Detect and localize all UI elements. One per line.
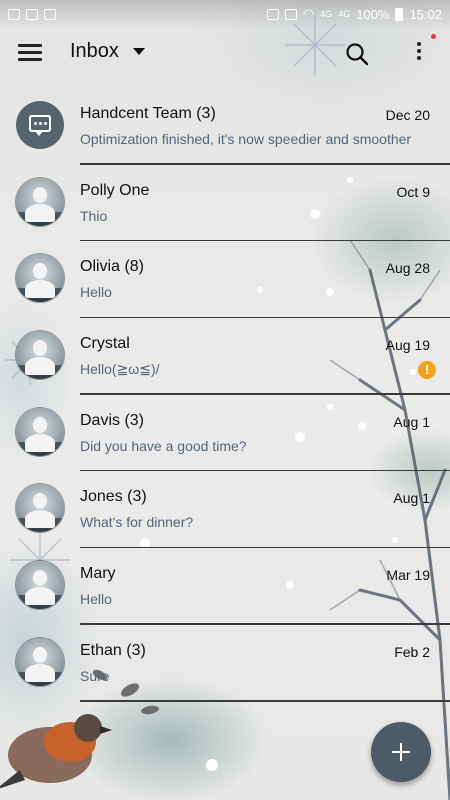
contact-name: Ethan (3) <box>80 641 146 659</box>
conversation-row[interactable]: Ethan (3) Feb 2 Sure <box>0 625 450 702</box>
conversation-list: Handcent Team (3) Dec 20 Optimization fi… <box>0 88 450 702</box>
conversation-row[interactable]: Mary Mar 19 Hello <box>0 548 450 625</box>
avatar[interactable] <box>16 177 64 226</box>
conversation-row[interactable]: Polly One Oct 9 Thio <box>0 165 450 242</box>
avatar[interactable] <box>16 484 64 533</box>
message-preview: Hello <box>80 591 112 608</box>
nfc-icon <box>284 8 297 20</box>
avatar[interactable] <box>16 561 64 610</box>
message-preview: Thio <box>80 207 108 224</box>
message-date: Dec 20 <box>385 107 430 123</box>
conversation-row[interactable]: Davis (3) Aug 1 Did you have a good time… <box>0 395 450 472</box>
message-preview: Sure <box>80 667 110 684</box>
message-preview: Hello(≧ω≦)/ <box>80 361 160 378</box>
dropdown-caret-icon <box>132 48 145 55</box>
battery-icon <box>395 7 404 21</box>
overflow-menu-icon[interactable] <box>410 42 428 66</box>
avatar[interactable] <box>16 637 64 686</box>
message-date: Oct 9 <box>396 183 430 200</box>
warning-icon: ! <box>418 361 436 380</box>
status-bar: ◠ 4G 4G 100% 15:02 <box>0 0 450 28</box>
page-title: Inbox <box>70 40 119 62</box>
clock: 15:02 <box>409 6 442 22</box>
chat-bubble-icon <box>29 115 51 136</box>
menu-icon[interactable] <box>18 44 42 64</box>
message-preview: What's for dinner? <box>80 514 194 531</box>
notification-dot <box>431 34 436 39</box>
contact-name: Crystal <box>80 335 130 353</box>
contact-name: Olivia (8) <box>80 258 145 276</box>
message-date: Aug 19 <box>385 337 430 354</box>
contact-name: Polly One <box>80 181 150 199</box>
message-date: Feb 2 <box>394 643 430 660</box>
contact-name: Jones (3) <box>80 488 147 506</box>
sim-icon <box>266 8 279 20</box>
conversation-row[interactable]: Olivia (8) Aug 28 Hello <box>0 241 450 319</box>
divider <box>80 700 450 702</box>
search-icon[interactable] <box>345 42 369 66</box>
avatar[interactable] <box>16 254 64 303</box>
network-label-2: 4G <box>338 9 351 19</box>
message-date: Mar 19 <box>386 567 430 584</box>
wifi-icon: ◠ <box>302 6 315 21</box>
sync-icon <box>44 8 56 20</box>
battery-percent: 100% <box>356 6 390 22</box>
message-date: Aug 1 <box>393 490 430 507</box>
contact-name: Handcent Team (3) <box>80 105 216 122</box>
bag-icon <box>26 8 38 20</box>
compose-button[interactable] <box>371 722 431 782</box>
conversation-row[interactable]: Crystal Aug 19 Hello(≧ω≦)/! <box>0 318 450 395</box>
message-date: Aug 1 <box>393 413 430 430</box>
message-preview: Did you have a good time? <box>80 437 247 454</box>
contact-name: Davis (3) <box>80 411 145 429</box>
conversation-row[interactable]: Handcent Team (3) Dec 20 Optimization fi… <box>0 88 450 165</box>
avatar[interactable] <box>16 101 64 149</box>
gallery-icon <box>8 8 20 20</box>
avatar[interactable] <box>16 407 64 456</box>
avatar[interactable] <box>16 331 64 380</box>
network-label: 4G <box>320 9 333 19</box>
folder-selector[interactable]: Inbox <box>70 40 145 63</box>
message-preview: Optimization finished, it's now speedier… <box>80 131 412 147</box>
top-bar: Inbox <box>0 28 450 80</box>
conversation-row[interactable]: Jones (3) Aug 1 What's for dinner? <box>0 471 450 549</box>
message-preview: Hello <box>80 284 112 301</box>
message-date: Aug 28 <box>385 260 430 277</box>
contact-name: Mary <box>80 565 116 583</box>
